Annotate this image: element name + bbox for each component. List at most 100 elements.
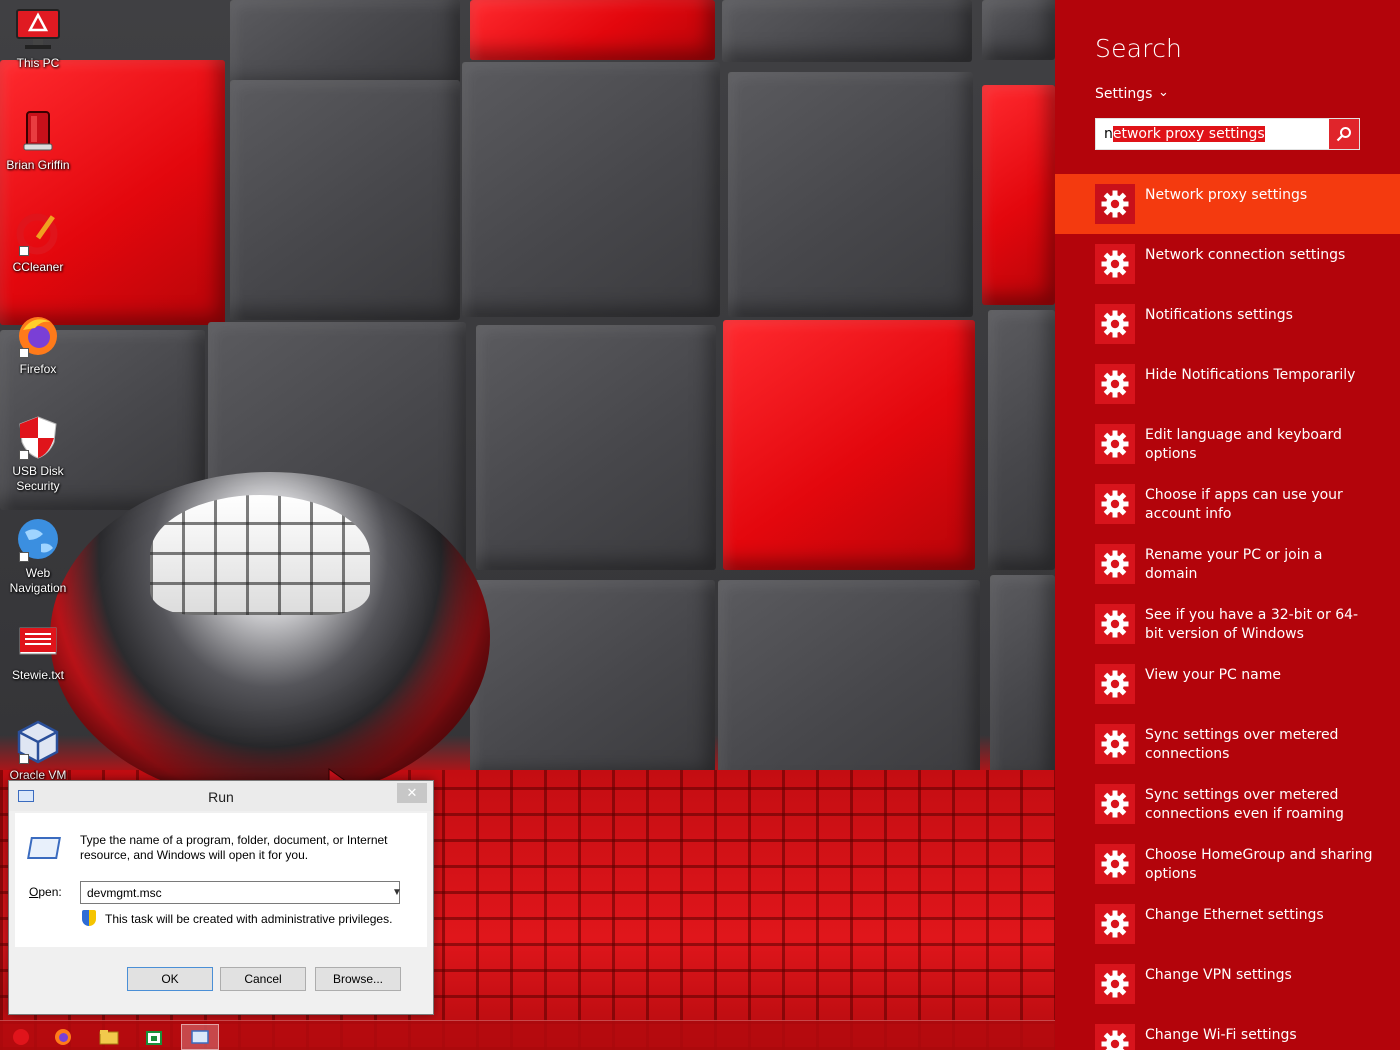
uac-shield-icon <box>82 910 96 926</box>
wallpaper-cube <box>0 60 225 325</box>
gear-icon <box>1095 364 1135 404</box>
gear-icon <box>1095 904 1135 944</box>
start-button[interactable] <box>2 1024 40 1050</box>
search-result-label: Hide Notifications Temporarily <box>1145 367 1356 383</box>
gear-icon <box>1095 1024 1135 1050</box>
search-result-item[interactable]: Network proxy settings <box>1055 174 1400 234</box>
run-title: Run <box>208 789 234 805</box>
search-result-item[interactable]: Rename your PC or join a domain <box>1055 534 1400 594</box>
desktop-icon-brian-griffin[interactable]: Brian Griffin <box>0 108 76 173</box>
desktop-icon-this-pc[interactable]: This PC <box>0 6 76 71</box>
wallpaper-cube <box>982 85 1055 305</box>
store-icon <box>146 1031 162 1045</box>
shield-icon <box>15 414 61 460</box>
search-query-text[interactable]: network proxy settings <box>1104 126 1265 142</box>
search-result-item[interactable]: Hide Notifications Temporarily <box>1055 354 1400 414</box>
ok-button[interactable]: OK <box>127 967 213 991</box>
text-file-icon <box>15 618 61 664</box>
run-title-bar[interactable]: Run ✕ <box>9 781 433 811</box>
start-icon <box>13 1029 29 1045</box>
gear-icon <box>1095 604 1135 644</box>
desktop-icon-web-navigation[interactable]: Web Navigation <box>0 516 76 596</box>
taskbar-run[interactable] <box>181 1024 219 1050</box>
desktop-icon-label: CCleaner <box>12 260 64 274</box>
wallpaper-cube <box>476 325 716 570</box>
desktop-icon-label: This PC <box>16 56 60 70</box>
run-icon <box>191 1030 209 1044</box>
search-result-item[interactable]: Change Wi-Fi settings <box>1055 1014 1400 1050</box>
desktop-icon-firefox[interactable]: Firefox <box>0 312 76 377</box>
globe-icon <box>15 516 61 562</box>
gear-icon <box>1095 844 1135 884</box>
search-result-item[interactable]: Edit language and keyboard options <box>1055 414 1400 474</box>
wallpaper-cube <box>990 575 1055 790</box>
search-result-label: Choose HomeGroup and sharing options <box>1145 847 1373 882</box>
firefox-icon <box>55 1029 71 1045</box>
search-result-item[interactable]: Change Ethernet settings <box>1055 894 1400 954</box>
gear-icon <box>1095 664 1135 704</box>
close-icon: ✕ <box>406 785 418 800</box>
folder-icon <box>15 108 61 154</box>
search-query-prefix: n <box>1104 126 1113 142</box>
desktop-icon-oracle-vm[interactable]: Oracle VM <box>0 718 76 780</box>
search-result-item[interactable]: Choose HomeGroup and sharing options <box>1055 834 1400 894</box>
search-result-label: Network proxy settings <box>1145 187 1308 203</box>
search-result-label: Network connection settings <box>1145 247 1346 263</box>
wallpaper-cube <box>230 80 460 320</box>
search-scope-dropdown[interactable]: Settings <box>1095 86 1152 102</box>
desktop-icon-stewie-txt[interactable]: Stewie.txt <box>0 618 76 683</box>
file-explorer-icon <box>99 1030 119 1045</box>
run-dialog: Run ✕ Type the name of a program, folder… <box>8 780 434 1015</box>
wallpaper-cube <box>230 0 460 90</box>
desktop-icon-ccleaner[interactable]: CCleaner <box>0 210 76 275</box>
taskbar <box>0 1020 1055 1050</box>
search-result-label: Sync settings over metered connections <box>1145 727 1339 762</box>
search-result-label: View your PC name <box>1145 667 1281 683</box>
chevron-down-icon[interactable]: ▼ <box>389 883 405 902</box>
taskbar-firefox[interactable] <box>44 1024 82 1050</box>
gear-icon <box>1095 784 1135 824</box>
search-result-item[interactable]: View your PC name <box>1055 654 1400 714</box>
search-result-label: Edit language and keyboard options <box>1145 427 1342 462</box>
search-title: Search <box>1095 34 1183 63</box>
taskbar-file-explorer[interactable] <box>90 1024 128 1050</box>
admin-privileges-note: This task will be created with administr… <box>105 912 393 926</box>
gear-icon <box>1095 184 1135 224</box>
search-result-item[interactable]: Sync settings over metered connections e… <box>1055 774 1400 834</box>
search-icon <box>1336 127 1351 142</box>
close-button[interactable]: ✕ <box>397 783 427 803</box>
wallpaper-cube <box>728 72 973 317</box>
search-query-selection: etwork proxy settings <box>1112 126 1265 142</box>
browse-button[interactable]: Browse... <box>315 967 401 991</box>
search-result-item[interactable]: Change VPN settings <box>1055 954 1400 1014</box>
chevron-down-icon[interactable]: ⌄ <box>1158 85 1169 100</box>
search-result-label: Notifications settings <box>1145 307 1293 323</box>
search-result-item[interactable]: Notifications settings <box>1055 294 1400 354</box>
search-result-item[interactable]: Network connection settings <box>1055 234 1400 294</box>
desktop-icon-usb-disk-security[interactable]: USB Disk Security <box>0 414 76 494</box>
open-combobox-input[interactable] <box>80 881 400 904</box>
search-result-label: Change VPN settings <box>1145 967 1292 983</box>
gear-icon <box>1095 244 1135 284</box>
gear-icon <box>1095 304 1135 344</box>
cancel-button[interactable]: Cancel <box>220 967 306 991</box>
search-result-item[interactable]: Sync settings over metered connections <box>1055 714 1400 774</box>
gear-icon <box>1095 724 1135 764</box>
search-result-label: Rename your PC or join a domain <box>1145 547 1323 582</box>
desktop-icon-label: Brian Griffin <box>6 158 70 172</box>
search-charm-panel: Search Settings ⌄ network proxy settings… <box>1055 0 1400 1050</box>
search-result-label: Choose if apps can use your account info <box>1145 487 1343 522</box>
wallpaper-sphere-reflection <box>150 495 370 615</box>
wallpaper-cube <box>722 0 972 62</box>
search-results-list: Network proxy settings Network connection… <box>1055 174 1400 1050</box>
search-input[interactable]: network proxy settings <box>1095 118 1360 150</box>
search-result-item[interactable]: See if you have a 32-bit or 64-bit versi… <box>1055 594 1400 654</box>
desktop-icon-label: USB Disk Security <box>12 464 64 493</box>
taskbar-store[interactable] <box>135 1024 173 1050</box>
firefox-icon <box>15 312 61 358</box>
wallpaper-cube <box>470 580 715 780</box>
virtualbox-icon <box>15 718 61 764</box>
search-button[interactable] <box>1329 119 1359 149</box>
search-result-item[interactable]: Choose if apps can use your account info <box>1055 474 1400 534</box>
wallpaper-cube <box>982 0 1055 60</box>
